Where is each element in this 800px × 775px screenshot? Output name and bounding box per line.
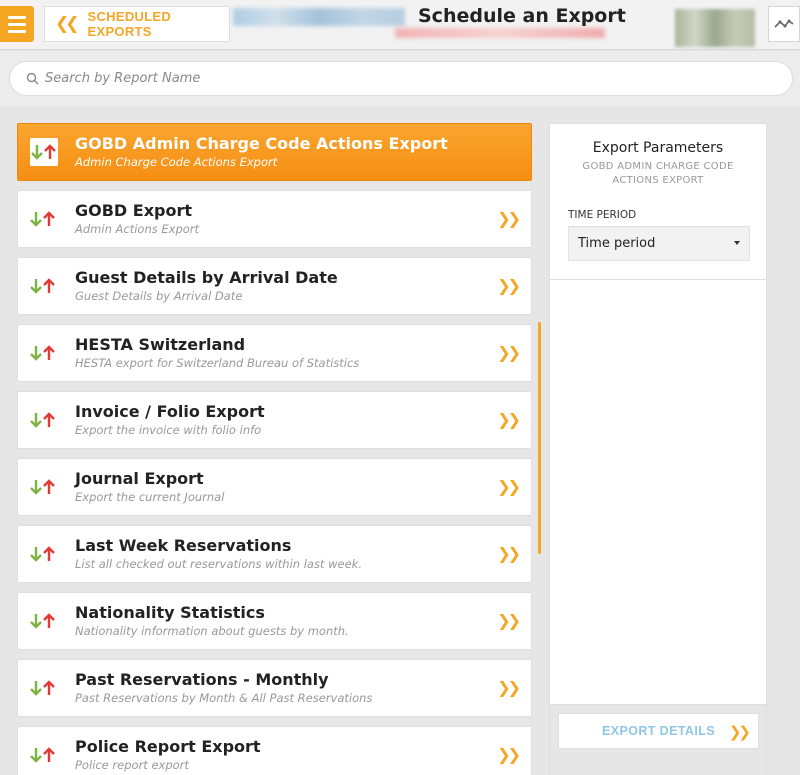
report-icon (30, 747, 58, 765)
search-icon (26, 72, 39, 85)
warning-redacted (395, 28, 605, 38)
chevron-double-left-icon: ❮❮ (55, 14, 79, 34)
chevron-double-right-icon: ❯❯ (497, 678, 521, 697)
avatar[interactable] (675, 9, 755, 47)
report-subtitle: Export the current Journal (75, 490, 225, 504)
report-subtitle: Export the invoice with folio info (75, 423, 262, 437)
report-list-item[interactable]: Nationality Statistics Nationality inform… (17, 592, 532, 650)
report-title: GOBD Export (75, 201, 193, 220)
report-list-item[interactable]: Guest Details by Arrival Date Guest Detai… (17, 257, 532, 315)
report-title: HESTA Switzerland (75, 335, 246, 354)
report-icon (30, 211, 58, 229)
report-icon (30, 412, 58, 430)
panel-subtitle: GOBD ADMIN CHARGE CODE ACTIONS EXPORT (582, 161, 734, 186)
report-icon (30, 680, 58, 698)
report-title: Guest Details by Arrival Date (75, 268, 338, 287)
report-title: Police Report Export (75, 737, 261, 756)
caret-down-icon (734, 241, 740, 245)
report-icon (30, 278, 58, 296)
back-button-label: SCHEDULED EXPORTS (87, 9, 172, 39)
report-list-item[interactable]: Police Report Export Police report export… (17, 726, 532, 775)
export-parameters-panel: Export Parameters GOBD ADMIN CHARGE CODE… (549, 123, 767, 705)
chevron-double-right-icon: ❯❯ (497, 477, 521, 496)
report-icon (30, 546, 58, 564)
chevron-double-right-icon: ❯❯ (728, 723, 751, 741)
chevron-double-right-icon: ❯❯ (497, 209, 521, 228)
report-icon (30, 345, 58, 363)
report-subtitle: Guest Details by Arrival Date (75, 289, 243, 303)
report-icon (30, 479, 58, 497)
scrollbar[interactable] (538, 322, 541, 554)
report-icon (30, 613, 58, 631)
report-list: GOBD Admin Charge Code Actions Export Adm… (17, 123, 532, 775)
search-input[interactable] (45, 71, 745, 86)
chevron-double-right-icon: ❯❯ (497, 544, 521, 563)
export-details-label: EXPORT DETAILS (601, 724, 716, 738)
import-export-arrows-icon (30, 747, 55, 763)
page-title: Schedule an Export (418, 5, 626, 27)
import-export-arrows-icon (30, 680, 55, 696)
report-list-item[interactable]: GOBD Admin Charge Code Actions Export Adm… (17, 123, 532, 181)
report-title: Last Week Reservations (75, 536, 292, 555)
activity-button[interactable] (768, 6, 800, 42)
import-export-arrows-icon (30, 479, 55, 495)
report-title: Nationality Statistics (75, 603, 265, 622)
report-subtitle: Past Reservations by Month & All Past Re… (75, 691, 373, 705)
search-box[interactable] (9, 61, 793, 96)
report-subtitle: Admin Charge Code Actions Export (75, 155, 278, 169)
hamburger-icon (8, 15, 26, 19)
search-bar (0, 51, 800, 106)
import-export-arrows-icon (30, 412, 55, 428)
report-list-item[interactable]: Last Week Reservations List all checked o… (17, 525, 532, 583)
time-period-select[interactable]: Time period (568, 226, 750, 261)
import-export-arrows-icon (31, 144, 56, 160)
activity-graph-icon (774, 19, 794, 28)
import-export-arrows-icon (30, 613, 55, 629)
report-title: Journal Export (75, 469, 204, 488)
import-export-arrows-icon (30, 345, 55, 361)
report-subtitle: List all checked out reservations within… (75, 557, 362, 571)
chevron-double-right-icon: ❯❯ (497, 276, 521, 295)
import-export-arrows-icon (30, 278, 55, 294)
hotel-name-redacted (233, 8, 405, 26)
report-list-item[interactable]: Journal Export Export the current Journal… (17, 458, 532, 516)
report-icon (30, 138, 58, 166)
chevron-double-right-icon: ❯❯ (497, 343, 521, 362)
chevron-double-right-icon: ❯❯ (497, 745, 521, 764)
report-title: GOBD Admin Charge Code Actions Export (75, 134, 448, 153)
time-period-value: Time period (578, 236, 656, 251)
back-button[interactable]: ❮❮ SCHEDULED EXPORTS (44, 6, 230, 42)
report-list-item[interactable]: GOBD Export Admin Actions Export ❯❯ (17, 190, 532, 248)
report-title: Invoice / Folio Export (75, 402, 265, 421)
import-export-arrows-icon (30, 211, 55, 227)
report-list-item[interactable]: HESTA Switzerland HESTA export for Switze… (17, 324, 532, 382)
chevron-double-right-icon: ❯❯ (497, 410, 521, 429)
top-bar: ❮❮ SCHEDULED EXPORTS Schedule an Export (0, 0, 800, 50)
export-details-button[interactable]: EXPORT DETAILS ❯❯ (558, 713, 759, 749)
report-list-item[interactable]: Past Reservations - Monthly Past Reservat… (17, 659, 532, 717)
report-title: Past Reservations - Monthly (75, 670, 329, 689)
report-subtitle: Admin Actions Export (75, 222, 200, 236)
import-export-arrows-icon (30, 546, 55, 562)
report-subtitle: HESTA export for Switzerland Bureau of S… (75, 356, 360, 370)
menu-button[interactable] (0, 6, 34, 42)
report-subtitle: Nationality information about guests by … (75, 624, 349, 638)
panel-title: Export Parameters (592, 140, 724, 156)
chevron-double-right-icon: ❯❯ (497, 611, 521, 630)
time-period-label: TIME PERIOD (568, 209, 637, 221)
report-list-item[interactable]: Invoice / Folio Export Export the invoice… (17, 391, 532, 449)
report-subtitle: Police report export (75, 758, 189, 772)
panel-footer: EXPORT DETAILS ❯❯ (549, 705, 767, 775)
